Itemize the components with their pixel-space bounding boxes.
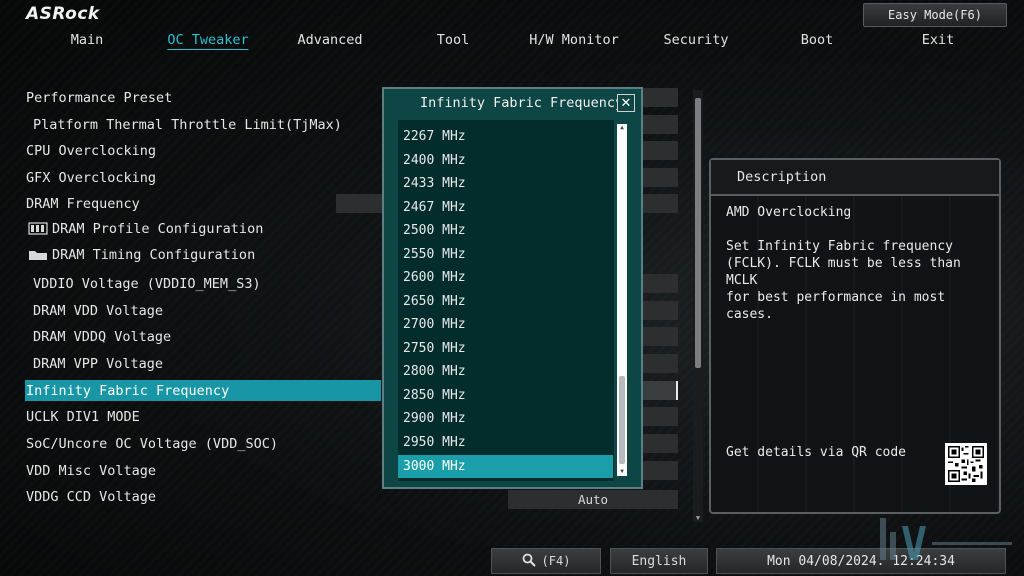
setting-gfx-overclocking[interactable]: GFX Overclocking (26, 167, 156, 188)
option-2500-mhz[interactable]: 2500 MHz (398, 219, 613, 242)
search-shortcut-label: (F4) (541, 554, 571, 568)
value-thermal-throttle-limit[interactable] (640, 115, 678, 134)
option-2433-mhz[interactable]: 2433 MHz (398, 172, 613, 195)
option-2550-mhz[interactable]: 2550 MHz (398, 243, 613, 266)
menu-oc-tweaker[interactable]: OC Tweaker (167, 32, 249, 50)
setting-vddg-ccd-voltage[interactable]: VDDG CCD Voltage (26, 486, 156, 507)
option-2950-mhz[interactable]: 2950 MHz (398, 431, 613, 454)
settings-scrollbar[interactable]: ▼ (693, 90, 703, 522)
search-button[interactable]: (F4) (491, 548, 601, 574)
date-time-display: Mon 04/08/2024. 12:24:34 (716, 548, 1006, 574)
option-2900-mhz[interactable]: 2900 MHz (398, 407, 613, 430)
menu-security[interactable]: Security (663, 32, 728, 48)
scroll-up-arrow-icon[interactable]: ▲ (617, 124, 627, 132)
description-heading: AMD Overclocking (726, 205, 852, 220)
bottom-bar: (F4) English Mon 04/08/2024. 12:24:34 (0, 548, 1024, 576)
setting-dram-profile-label: DRAM Profile Configuration (52, 220, 264, 237)
option-3000-mhz[interactable]: 3000 MHz (398, 455, 613, 478)
value-dram-vddq-voltage[interactable] (640, 327, 678, 346)
option-2700-mhz[interactable]: 2700 MHz (398, 313, 613, 336)
menu-main[interactable]: Main (71, 32, 104, 48)
value-infinity-fabric-frequency[interactable] (640, 381, 678, 400)
frequency-option-list: 2267 MHz 2400 MHz 2433 MHz 2467 MHz 2500… (398, 120, 614, 481)
value-dram-frequency[interactable] (336, 194, 382, 213)
option-2600-mhz[interactable]: 2600 MHz (398, 266, 613, 289)
option-2467-mhz[interactable]: 2467 MHz (398, 196, 613, 219)
close-icon[interactable]: ✕ (617, 94, 635, 112)
value-dram-frequency-right[interactable] (640, 194, 678, 213)
language-button[interactable]: English (610, 548, 708, 574)
infinity-fabric-frequency-dialog: Infinity Fabric Frequency ✕ 2267 MHz 240… (382, 87, 643, 489)
setting-dram-vdd-voltage[interactable]: DRAM VDD Voltage (33, 300, 163, 321)
value-uclk-div1-mode[interactable] (640, 407, 678, 426)
settings-scrollbar-thumb[interactable] (695, 98, 701, 368)
asrock-logo: ASRock (26, 4, 100, 24)
option-2267-mhz[interactable]: 2267 MHz (398, 125, 613, 148)
easy-mode-button[interactable]: Easy Mode(F6) (863, 3, 1007, 27)
option-2400-mhz[interactable]: 2400 MHz (398, 149, 613, 172)
dram-profile-icon (28, 222, 48, 235)
setting-dram-timing-label: DRAM Timing Configuration (52, 246, 256, 263)
setting-dram-vddq-voltage[interactable]: DRAM VDDQ Voltage (33, 326, 171, 347)
value-dram-vdd-voltage[interactable] (640, 301, 678, 320)
value-vddg-ccd-voltage[interactable]: Auto (508, 490, 678, 509)
magnifier-icon (522, 553, 536, 570)
folder-icon (28, 248, 48, 261)
description-panel: Description AMD Overclocking Set Infinit… (709, 158, 1001, 514)
option-2750-mhz[interactable]: 2750 MHz (398, 337, 613, 360)
setting-cpu-overclocking[interactable]: CPU Overclocking (26, 140, 156, 161)
dialog-scrollbar-thumb[interactable] (619, 376, 625, 464)
value-soc-uncore-oc-voltage[interactable] (640, 434, 678, 453)
value-vdd-misc-voltage[interactable] (640, 461, 678, 480)
setting-dram-frequency[interactable]: DRAM Frequency (26, 193, 140, 214)
main-menu: Main OC Tweaker Advanced Tool H/W Monito… (0, 32, 1024, 52)
value-vddio-voltage[interactable] (640, 274, 678, 293)
scroll-down-arrow-icon[interactable]: ▼ (694, 514, 702, 522)
qr-code-icon (945, 443, 987, 485)
description-body: Set Infinity Fabric frequency (FCLK). FC… (726, 239, 961, 322)
value-gfx-overclocking[interactable] (640, 168, 678, 187)
setting-performance-preset[interactable]: Performance Preset (26, 87, 172, 108)
option-2800-mhz[interactable]: 2800 MHz (398, 360, 613, 383)
value-cpu-overclocking[interactable] (640, 141, 678, 160)
setting-vddio-voltage[interactable]: VDDIO Voltage (VDDIO_MEM_S3) (33, 273, 261, 294)
menu-tool[interactable]: Tool (437, 32, 470, 48)
setting-infinity-fabric-frequency[interactable]: Infinity Fabric Frequency (25, 380, 381, 401)
setting-vdd-misc-voltage[interactable]: VDD Misc Voltage (26, 460, 156, 481)
value-performance-preset[interactable] (640, 88, 678, 107)
dialog-title: Infinity Fabric Frequency (420, 95, 624, 111)
option-2650-mhz[interactable]: 2650 MHz (398, 290, 613, 313)
setting-thermal-throttle-limit[interactable]: Platform Thermal Throttle Limit(TjMax) (33, 114, 342, 135)
dialog-scrollbar[interactable]: ▲ ▼ (617, 124, 627, 476)
value-dram-vpp-voltage[interactable] (640, 354, 678, 373)
menu-exit[interactable]: Exit (922, 32, 955, 48)
setting-dram-vpp-voltage[interactable]: DRAM VPP Voltage (33, 353, 163, 374)
setting-dram-timing-configuration[interactable]: DRAM Timing Configuration (28, 244, 255, 265)
menu-hw-monitor[interactable]: H/W Monitor (529, 32, 618, 48)
setting-dram-profile-configuration[interactable]: DRAM Profile Configuration (28, 218, 263, 239)
scroll-down-arrow-icon[interactable]: ▼ (617, 468, 627, 476)
menu-advanced[interactable]: Advanced (297, 32, 362, 48)
menu-boot[interactable]: Boot (801, 32, 834, 48)
setting-uclk-div1-mode[interactable]: UCLK DIV1 MODE (26, 406, 140, 427)
option-2850-mhz[interactable]: 2850 MHz (398, 384, 613, 407)
qr-label: Get details via QR code (726, 445, 907, 460)
description-title: Description (711, 160, 999, 196)
setting-soc-uncore-oc-voltage[interactable]: SoC/Uncore OC Voltage (VDD_SOC) (26, 433, 278, 454)
